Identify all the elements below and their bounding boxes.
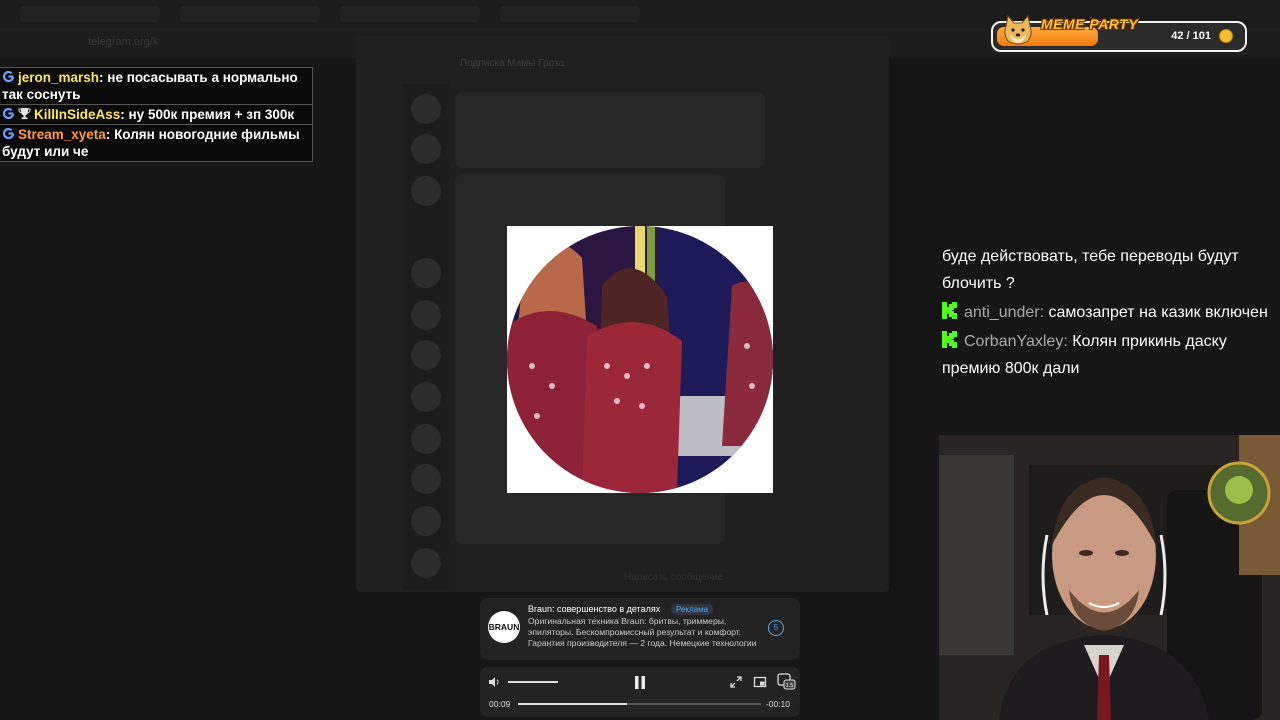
meme-party-title: MEME PARTY bbox=[1041, 16, 1139, 32]
chat-avatar[interactable] bbox=[411, 94, 441, 124]
sponsored-ad-card[interactable]: BRAUN Braun: совершенство в деталях Рекл… bbox=[480, 598, 800, 660]
browser-tab[interactable] bbox=[500, 6, 640, 22]
chat-username: anti_under: bbox=[964, 304, 1045, 321]
fullscreen-icon[interactable] bbox=[729, 675, 743, 689]
g-badge-icon bbox=[2, 107, 15, 120]
streamer-webcam-image bbox=[939, 435, 1280, 720]
chat-username: CorbanYaxley: bbox=[964, 333, 1068, 350]
g-badge-icon bbox=[2, 70, 15, 83]
time-current: 00:09 bbox=[489, 699, 511, 709]
chat-avatar[interactable] bbox=[411, 300, 441, 330]
chat-message: KillInSideAss: ну 500к премия + зп 300к bbox=[0, 105, 313, 125]
webcam-feed bbox=[939, 435, 1280, 720]
chat-avatar[interactable] bbox=[411, 424, 441, 454]
ad-countdown[interactable]: 5 bbox=[768, 620, 784, 636]
chat-username: KillInSideAss bbox=[34, 107, 121, 122]
chat-overlay-right: буде действовать, тебе переводы будут бл… bbox=[942, 243, 1272, 382]
compose-field[interactable]: Написать сообщение bbox=[624, 572, 723, 583]
kick-badge-icon bbox=[942, 302, 957, 319]
doge-icon bbox=[1004, 14, 1032, 45]
chat-text: самозапрет на казик включен bbox=[1048, 304, 1268, 321]
chat-username: Stream_xyeta bbox=[18, 127, 106, 142]
media-player-controls: 1.5 00:09 -00:10 bbox=[480, 667, 800, 717]
browser-tab[interactable] bbox=[180, 6, 320, 22]
browser-address-text: telegram.org/k bbox=[88, 36, 159, 48]
time-remaining: -00:10 bbox=[765, 699, 790, 709]
seek-bar[interactable] bbox=[518, 703, 761, 705]
pause-icon[interactable] bbox=[633, 675, 647, 690]
chat-text: ну 500к премия + зп 300к bbox=[128, 107, 295, 122]
chat-avatar[interactable] bbox=[411, 464, 441, 494]
chat-avatar[interactable] bbox=[411, 548, 441, 578]
chat-message: anti_under: самозапрет на казик включен bbox=[942, 299, 1272, 326]
video-message-frame[interactable] bbox=[507, 226, 773, 493]
playback-speed-label: 1.5 bbox=[786, 683, 794, 689]
chat-avatar[interactable] bbox=[411, 176, 441, 206]
chat-avatar[interactable] bbox=[411, 340, 441, 370]
trophy-icon bbox=[18, 108, 31, 120]
volume-icon[interactable] bbox=[488, 676, 501, 688]
ad-badge: Реклама bbox=[671, 604, 714, 615]
meme-party-count: 42 / 101 bbox=[1171, 30, 1211, 42]
chat-avatar[interactable] bbox=[411, 134, 441, 164]
chat-avatar[interactable] bbox=[411, 258, 441, 288]
braun-logo: BRAUN bbox=[488, 611, 520, 643]
video-frame-image bbox=[507, 226, 773, 493]
kick-badge-icon bbox=[942, 331, 957, 348]
seek-bar-fill bbox=[518, 703, 628, 705]
chat-message: Stream_xyeta: Колян новогодние фильмы бу… bbox=[0, 125, 313, 162]
picture-in-picture-icon[interactable] bbox=[753, 675, 767, 689]
message-bubble bbox=[455, 92, 765, 168]
browser-tab[interactable] bbox=[20, 6, 160, 22]
chat-username: jeron_marsh bbox=[18, 70, 100, 85]
browser-tab[interactable] bbox=[340, 6, 480, 22]
chat-message: jeron_marsh: не посасывать а нормально т… bbox=[0, 67, 313, 105]
chat-overlay-left: jeron_marsh: не посасывать а нормально т… bbox=[0, 67, 313, 162]
g-badge-icon bbox=[2, 127, 15, 140]
chat-text: буде действовать, тебе переводы будут бл… bbox=[942, 248, 1239, 292]
playback-speed-icon[interactable]: 1.5 bbox=[776, 672, 796, 690]
ad-description: Оригинальная техника Braun: бритвы, трим… bbox=[528, 616, 757, 648]
ad-title[interactable]: Braun: совершенство в деталях bbox=[528, 604, 660, 614]
coin-icon bbox=[1219, 29, 1233, 43]
chat-avatar[interactable] bbox=[411, 506, 441, 536]
chat-message: CorbanYaxley: Колян прикинь даску премию… bbox=[942, 328, 1272, 382]
telegram-chat-title: Подписка Мамы Гроза bbox=[460, 58, 565, 69]
video-message-circle[interactable] bbox=[507, 226, 773, 493]
chat-avatar[interactable] bbox=[411, 382, 441, 412]
meme-party-widget: MEME PARTY 42 / 101 bbox=[991, 14, 1247, 52]
volume-slider[interactable] bbox=[508, 681, 558, 683]
